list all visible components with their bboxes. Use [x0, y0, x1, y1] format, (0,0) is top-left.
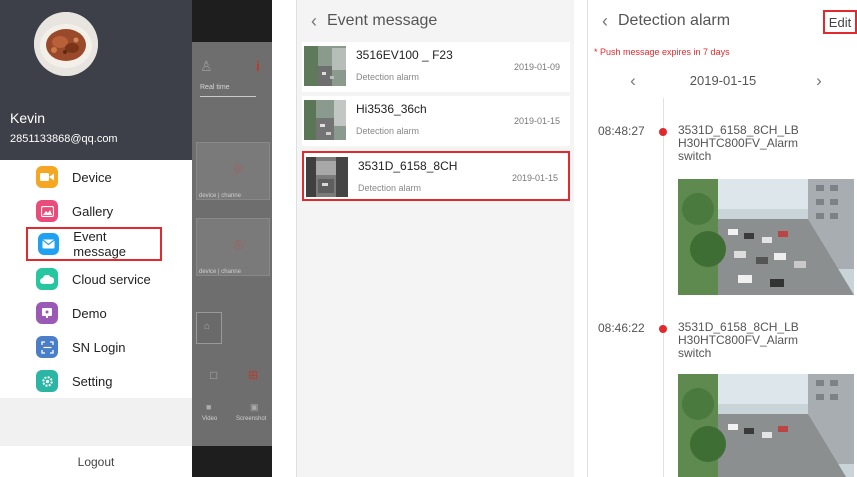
drawer-footer-area: [0, 398, 192, 446]
video-icon: ■: [206, 402, 212, 412]
screenshot-label: Screenshot: [236, 416, 267, 422]
edit-button[interactable]: Edit: [823, 10, 857, 34]
event-type: Detection alarm: [356, 126, 420, 136]
date-navigator: ‹ 2019-01-15 ›: [588, 68, 857, 94]
side-drawer-panel: Kevin 2851133868@qq.com Device Gallery E…: [0, 0, 272, 477]
avatar[interactable]: [34, 12, 98, 76]
cloud-icon: [36, 268, 58, 290]
device-thumbnail: [304, 100, 346, 140]
menu-item-demo[interactable]: Demo: [26, 296, 162, 330]
back-button[interactable]: ‹: [303, 11, 325, 32]
video-camera-icon: [36, 166, 58, 188]
tab-underline: [200, 96, 256, 97]
tab-real-time: Real time: [200, 84, 230, 91]
page-title: Event message: [327, 12, 438, 29]
back-button[interactable]: ‹: [594, 11, 616, 32]
menu-item-label: Demo: [72, 305, 107, 321]
detection-alarm-header: ‹ Detection alarm: [588, 0, 857, 42]
user-email: 2851133868@qq.com: [10, 133, 118, 145]
next-date-button[interactable]: ›: [806, 68, 832, 94]
event-type: Detection alarm: [358, 183, 422, 193]
event-date: 2019-01-15: [513, 116, 560, 126]
event-date: 2019-01-09: [513, 62, 560, 72]
camera-icon: ◎: [233, 161, 244, 175]
logout-button[interactable]: Logout: [0, 446, 192, 477]
menu-item-label: Cloud service: [72, 271, 151, 287]
menu-item-event-message[interactable]: Event message: [26, 227, 162, 261]
scan-icon: [36, 336, 58, 358]
channel-label: device | channe: [199, 193, 241, 199]
background-app-footer: [192, 446, 272, 477]
menu-item-gallery[interactable]: Gallery: [26, 194, 162, 228]
menu-item-cloud-service[interactable]: Cloud service: [26, 262, 162, 296]
logo-icon: i: [256, 58, 260, 74]
device-thumbnail: [306, 157, 348, 197]
device-thumbnail: [304, 46, 346, 86]
expiry-notice: * Push message expires in 7 days: [594, 47, 730, 57]
camera-icon: ◎: [233, 237, 244, 251]
alarm-device-name: 3531D_6158_8CH_LB H30HTC800FV_Alarm swit…: [678, 123, 799, 163]
event-type: Detection alarm: [356, 72, 420, 82]
folder-icon: ⌂: [196, 312, 222, 344]
menu-item-label: Setting: [72, 373, 113, 389]
background-app-header: [192, 0, 272, 42]
alarm-snapshot[interactable]: [678, 374, 854, 477]
alarm-device-name: 3531D_6158_8CH_LB H30HTC800FV_Alarm swit…: [678, 320, 799, 360]
event-list-item[interactable]: 3516EV100 _ F23 Detection alarm 2019-01-…: [302, 42, 570, 92]
mail-icon: [38, 233, 60, 255]
background-app-overlay[interactable]: ♙ i Real time ◎ device | channe ◎ device…: [192, 0, 272, 477]
device-name: Hi3536_36ch: [356, 102, 427, 116]
grid-view-icon: ⊞: [248, 368, 259, 382]
menu-item-label: SN Login: [72, 339, 126, 355]
menu-item-sn-login[interactable]: SN Login: [26, 330, 162, 364]
screenshot-icon: ▣: [250, 402, 259, 412]
channel-card: ◎ device | channe: [196, 142, 270, 200]
menu-item-label: Event message: [73, 229, 127, 259]
user-icon: ♙: [200, 58, 213, 74]
alarm-snapshot[interactable]: [678, 179, 854, 295]
menu-item-device[interactable]: Device: [26, 160, 162, 194]
alarm-time: 08:48:27: [598, 124, 645, 138]
video-label: Video: [202, 416, 218, 422]
page-title: Detection alarm: [618, 12, 731, 29]
event-list-item[interactable]: 3531D_6158_8CH Detection alarm 2019-01-1…: [302, 151, 570, 201]
image-icon: [36, 200, 58, 222]
channel-card: ◎ device | channe: [196, 218, 270, 276]
menu-item-label: Device: [72, 169, 112, 185]
gear-icon: [36, 370, 58, 392]
event-message-panel: ‹ Event message 3516EV100 _ F23 Detectio…: [296, 0, 574, 477]
menu-item-setting[interactable]: Setting: [26, 364, 162, 398]
username: Kevin: [10, 110, 46, 126]
event-message-header: ‹ Event message: [297, 0, 574, 42]
timeline-dot: [659, 325, 667, 333]
detection-alarm-panel: ‹ Detection alarm Edit * Push message ex…: [587, 0, 857, 477]
single-view-icon: □: [210, 368, 218, 382]
device-name: 3531D_6158_8CH: [358, 159, 458, 173]
drawer-header: Kevin 2851133868@qq.com: [0, 0, 192, 160]
demo-icon: [36, 302, 58, 324]
timeline-dot: [659, 128, 667, 136]
event-list-item[interactable]: Hi3536_36ch Detection alarm 2019-01-15: [302, 96, 570, 146]
event-date: 2019-01-15: [511, 173, 558, 183]
menu-item-label: Gallery: [72, 203, 114, 219]
device-name: 3516EV100 _ F23: [356, 48, 453, 62]
channel-label: device | channe: [199, 269, 241, 275]
timeline-line: [663, 98, 664, 477]
alarm-time: 08:46:22: [598, 321, 645, 335]
